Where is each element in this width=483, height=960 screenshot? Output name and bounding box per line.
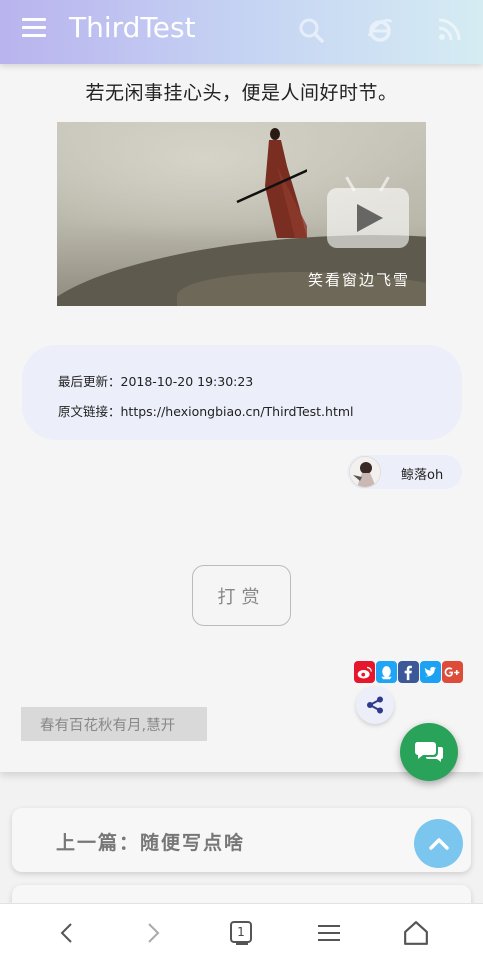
facebook-icon[interactable] (398, 661, 419, 683)
qq-icon[interactable] (376, 661, 397, 683)
ie-browser-icon[interactable] (366, 16, 394, 44)
article-card: 若无闲事挂心头，便是人间好时节。 笑看窗边飞雪 最后更新：2018-10-20 … (0, 64, 483, 772)
share-icon (367, 696, 383, 714)
browser-menu-icon[interactable] (314, 918, 344, 948)
site-title[interactable]: ThirdTest (69, 11, 196, 44)
share-toggle-button[interactable] (356, 686, 394, 724)
last-updated: 最后更新：2018-10-20 19:30:23 (58, 374, 254, 389)
author-name: 鲸落oh (401, 468, 444, 483)
reward-button[interactable]: 打赏 (192, 565, 291, 626)
original-link[interactable]: 原文链接：https://hexiongbiao.cn/ThirdTest.ht… (58, 401, 354, 420)
chevron-up-icon (428, 837, 449, 850)
back-icon[interactable] (52, 918, 82, 948)
chat-icon (414, 742, 443, 762)
author-chip[interactable]: 鲸落oh (347, 455, 462, 489)
menu-icon[interactable] (22, 18, 46, 38)
avatar (349, 456, 381, 488)
article-tag[interactable]: 春有百花秋有月,慧开 (21, 707, 207, 741)
prev-post-link[interactable]: 上一篇：随便写点啥 (12, 808, 471, 872)
rss-icon[interactable] (435, 16, 463, 44)
tab-count: 1 (237, 925, 245, 939)
forward-icon[interactable] (138, 918, 168, 948)
top-app-bar: ThirdTest (0, 0, 483, 64)
video-thumbnail[interactable]: 笑看窗边飞雪 (57, 122, 426, 306)
scroll-top-button[interactable] (414, 819, 463, 868)
tabs-button[interactable]: 1 (226, 918, 256, 948)
share-targets (354, 661, 463, 683)
video-watermark: 笑看窗边飞雪 (307, 271, 410, 289)
google-plus-icon[interactable] (442, 661, 463, 683)
chat-fab-button[interactable] (400, 723, 458, 781)
article-quote: 若无闲事挂心头，便是人间好时节。 (85, 82, 398, 104)
search-icon[interactable] (297, 16, 325, 44)
browser-bottom-nav: 1 (0, 903, 483, 960)
weibo-icon[interactable] (354, 661, 375, 683)
video-play-icon[interactable] (327, 176, 409, 248)
article-meta: 最后更新：2018-10-20 19:30:23 原文链接：https://he… (22, 345, 462, 440)
twitter-icon[interactable] (420, 661, 441, 683)
home-icon[interactable] (401, 918, 431, 948)
prev-post-label: 上一篇：随便写点啥 (56, 832, 246, 854)
swordsman-figure (236, 128, 307, 238)
